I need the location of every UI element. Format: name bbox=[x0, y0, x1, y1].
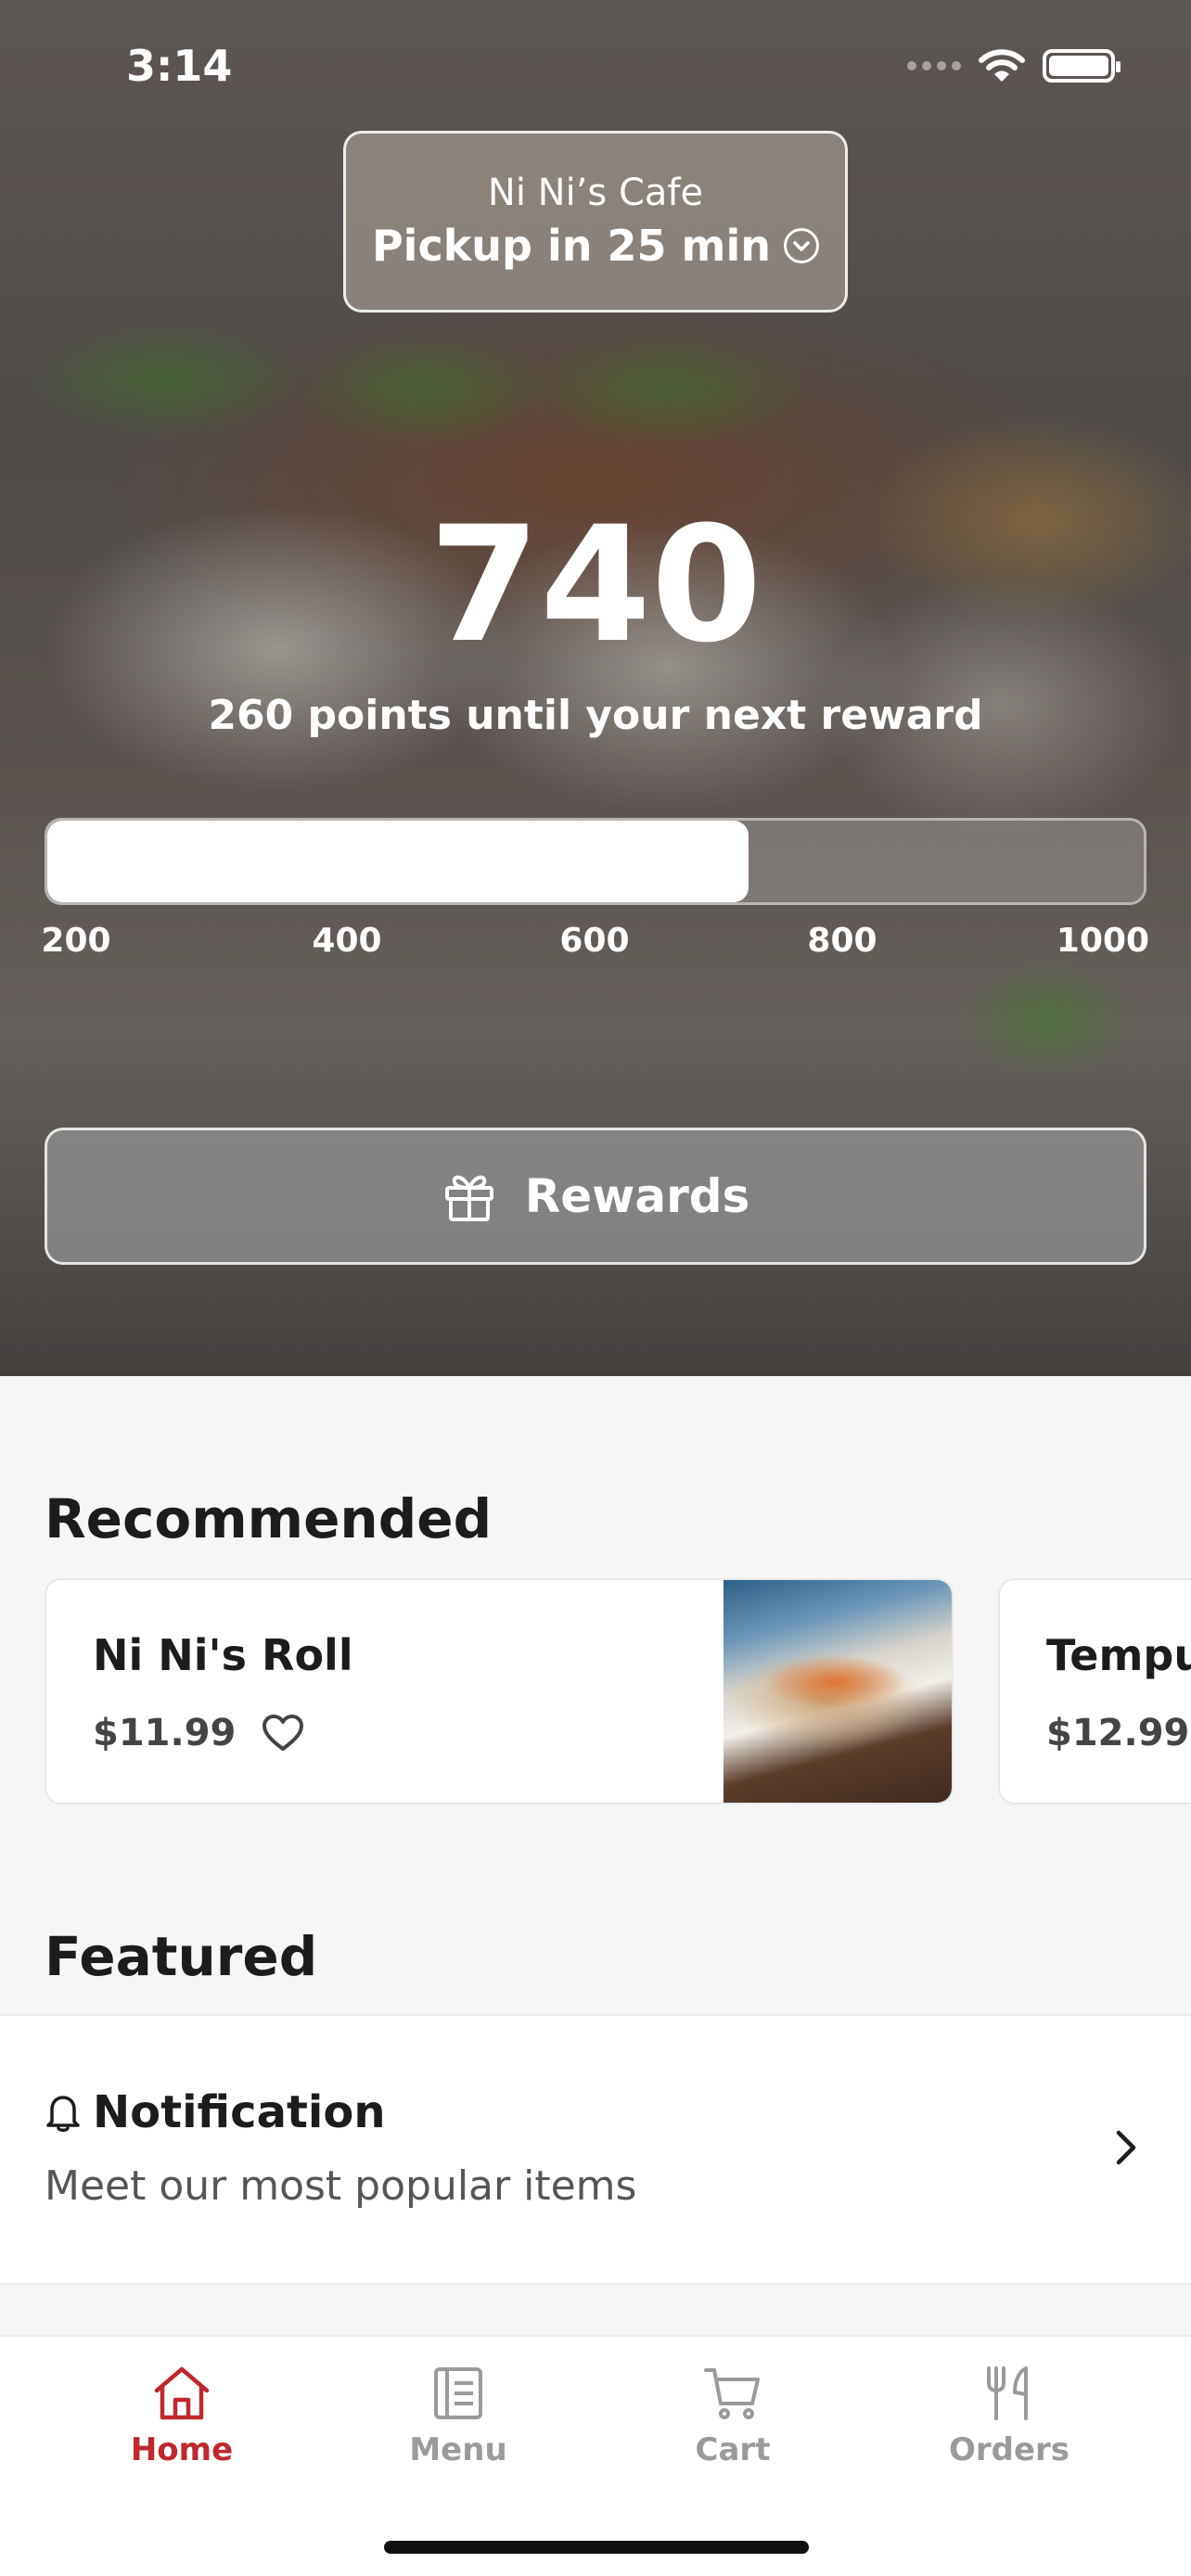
home-indicator bbox=[384, 2541, 809, 2554]
item-price: $11.99 bbox=[93, 1712, 237, 1754]
tab-home-label: Home bbox=[130, 2431, 234, 2468]
bottom-tab-bar: Home Menu Cart Orders bbox=[0, 2335, 1191, 2576]
item-price: $12.99 bbox=[1046, 1712, 1190, 1754]
cart-icon bbox=[704, 2368, 760, 2419]
chevron-down-circle-icon bbox=[784, 228, 820, 263]
item-name: Tempu bbox=[1046, 1630, 1191, 1680]
chevron-right-icon bbox=[1116, 2130, 1136, 2165]
cellular-signal-icon bbox=[907, 61, 961, 70]
featured-item-label: Notification bbox=[93, 2086, 386, 2138]
store-name: Ni Ni’s Cafe bbox=[487, 172, 704, 214]
bell-icon bbox=[46, 2096, 80, 2132]
progress-tick: 1000 bbox=[1056, 922, 1150, 960]
recommended-item-card[interactable]: Tempu $12.99 bbox=[998, 1578, 1191, 1804]
tab-orders[interactable]: Orders bbox=[898, 2365, 1121, 2468]
recommended-heading: Recommended bbox=[45, 1487, 493, 1550]
item-name: Ni Ni's Roll bbox=[93, 1630, 353, 1680]
gift-icon bbox=[444, 1175, 493, 1221]
pickup-time: Pickup in 25 min bbox=[371, 221, 772, 271]
tab-cart[interactable]: Cart bbox=[621, 2365, 844, 2468]
tab-orders-label: Orders bbox=[948, 2431, 1070, 2468]
featured-notification-row[interactable]: Notification Meet our most popular items bbox=[0, 2014, 1191, 2285]
progress-tick: 400 bbox=[312, 922, 382, 960]
progress-tick: 200 bbox=[41, 922, 111, 960]
hero-header: 3:14 Ni Ni’s Cafe Pickup in 25 min 740 2… bbox=[0, 0, 1191, 1376]
tab-home[interactable]: Home bbox=[70, 2365, 293, 2468]
points-until-reward: 260 points until your next reward bbox=[208, 692, 983, 739]
home-icon bbox=[154, 2366, 210, 2420]
progress-tick: 800 bbox=[807, 922, 877, 960]
tab-menu[interactable]: Menu bbox=[347, 2365, 570, 2468]
tab-menu-label: Menu bbox=[409, 2431, 507, 2468]
status-time: 3:14 bbox=[126, 41, 233, 91]
recommended-item-card[interactable]: Ni Ni's Roll $11.99 bbox=[45, 1578, 954, 1804]
rewards-button[interactable]: Rewards bbox=[45, 1128, 1146, 1265]
status-bar: 3:14 bbox=[0, 0, 1191, 130]
progress-tick: 600 bbox=[559, 922, 630, 960]
points-balance: 740 bbox=[429, 491, 762, 678]
featured-item-description: Meet our most popular items bbox=[45, 2162, 637, 2210]
location-selector-button[interactable]: Ni Ni’s Cafe Pickup in 25 min bbox=[343, 131, 848, 312]
item-image bbox=[724, 1580, 952, 1803]
featured-heading: Featured bbox=[45, 1925, 318, 1988]
tab-cart-label: Cart bbox=[695, 2431, 771, 2468]
points-progress-bar bbox=[45, 818, 1146, 905]
wifi-icon bbox=[979, 49, 1025, 82]
rewards-button-label: Rewards bbox=[524, 1169, 750, 1223]
menu-icon bbox=[434, 2367, 482, 2419]
heart-outline-icon[interactable] bbox=[262, 1714, 304, 1753]
utensils-icon bbox=[987, 2366, 1028, 2420]
battery-icon bbox=[1043, 49, 1121, 83]
points-progress-fill bbox=[47, 821, 749, 902]
